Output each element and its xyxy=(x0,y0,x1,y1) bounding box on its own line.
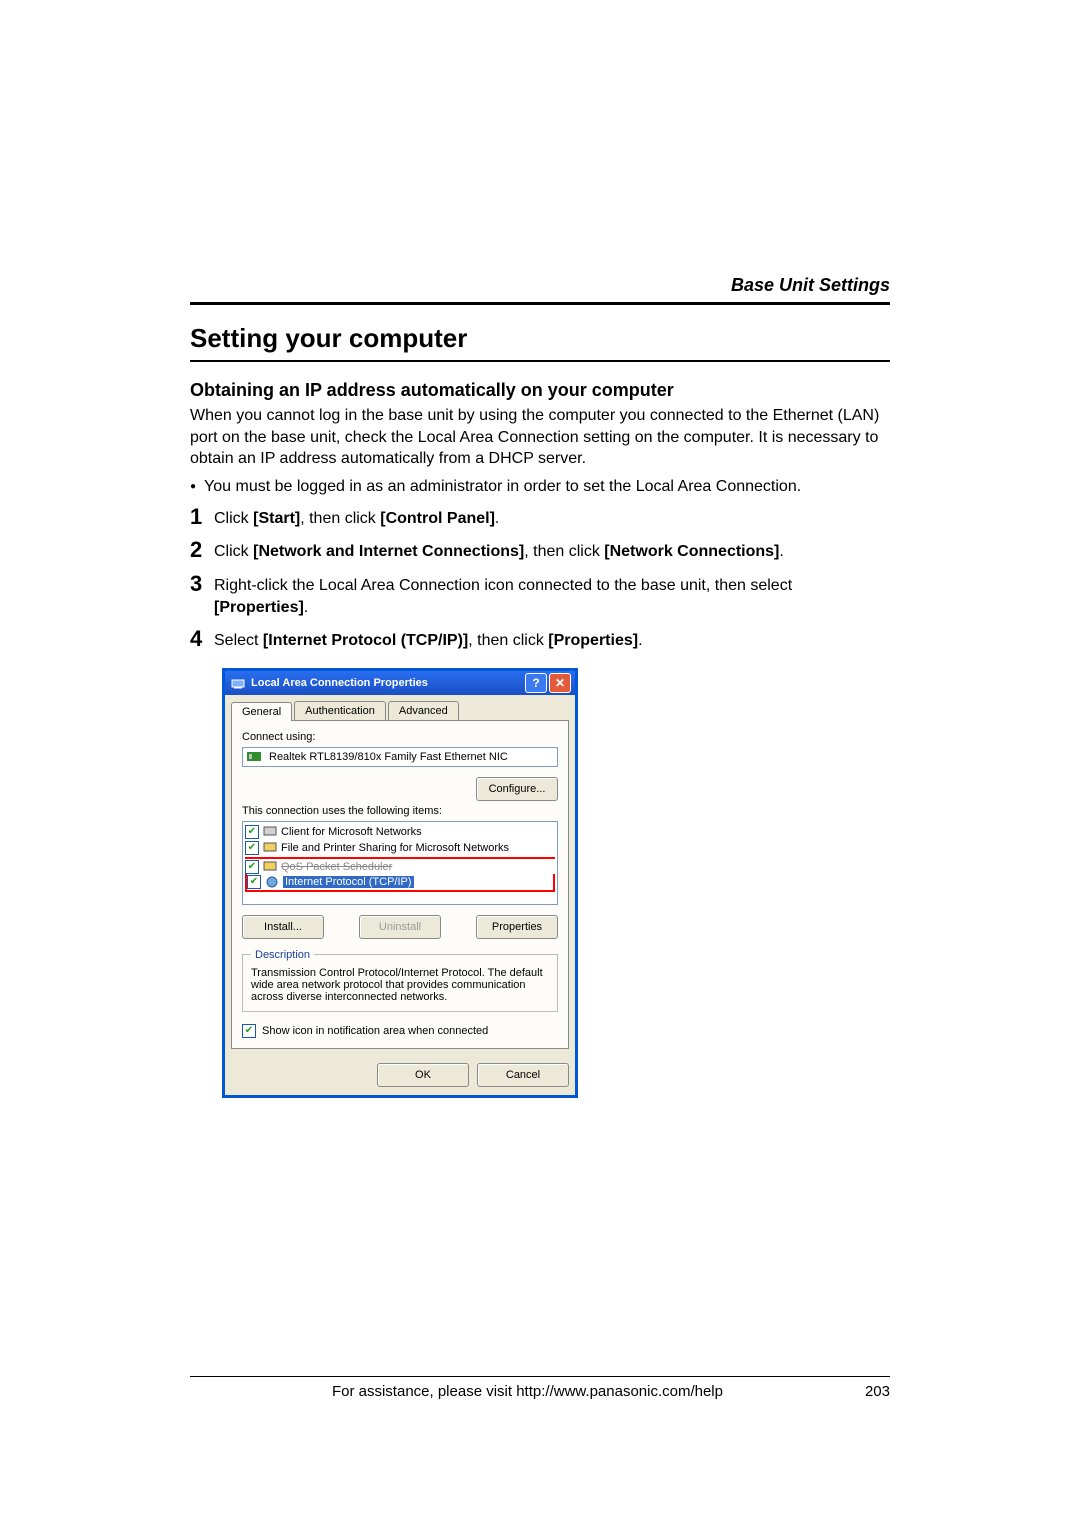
note-bullet: You must be logged in as an administrato… xyxy=(190,478,890,496)
install-button[interactable]: Install... xyxy=(242,915,324,939)
nic-field: Realtek RTL8139/810x Family Fast Etherne… xyxy=(242,747,558,767)
close-button[interactable]: ✕ xyxy=(549,673,571,693)
tab-advanced[interactable]: Advanced xyxy=(388,701,459,720)
step-number-3: 3 xyxy=(190,573,214,595)
properties-dialog: Local Area Connection Properties ? ✕ Gen… xyxy=(222,668,578,1098)
header-rule xyxy=(190,302,890,305)
checkbox-icon[interactable]: ✔ xyxy=(245,825,259,839)
description-legend: Description xyxy=(251,949,314,961)
components-listbox[interactable]: ✔ Client for Microsoft Networks ✔ File a… xyxy=(242,821,558,905)
protocol-icon xyxy=(265,876,279,888)
description-group: Description Transmission Control Protoco… xyxy=(242,949,558,1012)
items-label: This connection uses the following items… xyxy=(242,805,558,817)
page-title: Setting your computer xyxy=(190,323,890,354)
section-header: Base Unit Settings xyxy=(190,275,890,296)
step-number-4: 4 xyxy=(190,628,214,650)
client-icon xyxy=(263,826,277,838)
page-number: 203 xyxy=(865,1383,890,1400)
service-icon xyxy=(263,861,277,873)
description-text: Transmission Control Protocol/Internet P… xyxy=(251,967,543,1003)
checkbox-icon[interactable]: ✔ xyxy=(245,860,259,874)
nic-text: Realtek RTL8139/810x Family Fast Etherne… xyxy=(269,751,508,763)
step-number-2: 2 xyxy=(190,539,214,561)
list-item-selected[interactable]: ✔ Internet Protocol (TCP/IP) xyxy=(245,874,555,892)
list-item[interactable]: ✔ Client for Microsoft Networks xyxy=(245,824,555,840)
checkbox-icon[interactable]: ✔ xyxy=(247,875,261,889)
titlebar[interactable]: Local Area Connection Properties ? ✕ xyxy=(225,671,575,695)
properties-button[interactable]: Properties xyxy=(476,915,558,939)
footer-assist: For assistance, please visit http://www.… xyxy=(332,1383,723,1400)
step-4-text: Select [Internet Protocol (TCP/IP)], the… xyxy=(214,628,643,652)
tab-general[interactable]: General xyxy=(231,702,292,721)
cancel-button[interactable]: Cancel xyxy=(477,1063,569,1087)
step-2-text: Click [Network and Internet Connections]… xyxy=(214,539,784,563)
dialog-title: Local Area Connection Properties xyxy=(251,677,523,689)
subsection-heading: Obtaining an IP address automatically on… xyxy=(190,380,890,401)
service-icon xyxy=(263,842,277,854)
step-1-text: Click [Start], then click [Control Panel… xyxy=(214,506,499,530)
connect-using-label: Connect using: xyxy=(242,731,558,743)
step-3-text: Right-click the Local Area Connection ic… xyxy=(214,573,890,618)
tab-authentication[interactable]: Authentication xyxy=(294,701,386,720)
nic-card-icon xyxy=(247,751,263,763)
uninstall-button: Uninstall xyxy=(359,915,441,939)
configure-button[interactable]: Configure... xyxy=(476,777,558,801)
network-icon xyxy=(231,676,245,690)
help-button[interactable]: ? xyxy=(525,673,547,693)
intro-paragraph: When you cannot log in the base unit by … xyxy=(190,405,890,470)
checkbox-icon[interactable]: ✔ xyxy=(245,841,259,855)
title-rule xyxy=(190,360,890,362)
ok-button[interactable]: OK xyxy=(377,1063,469,1087)
show-icon-label: Show icon in notification area when conn… xyxy=(262,1025,488,1037)
list-item[interactable]: ✔ QoS Packet Scheduler xyxy=(245,857,555,875)
step-number-1: 1 xyxy=(190,506,214,528)
show-icon-checkbox[interactable]: ✔ xyxy=(242,1024,256,1038)
list-item[interactable]: ✔ File and Printer Sharing for Microsoft… xyxy=(245,840,555,856)
